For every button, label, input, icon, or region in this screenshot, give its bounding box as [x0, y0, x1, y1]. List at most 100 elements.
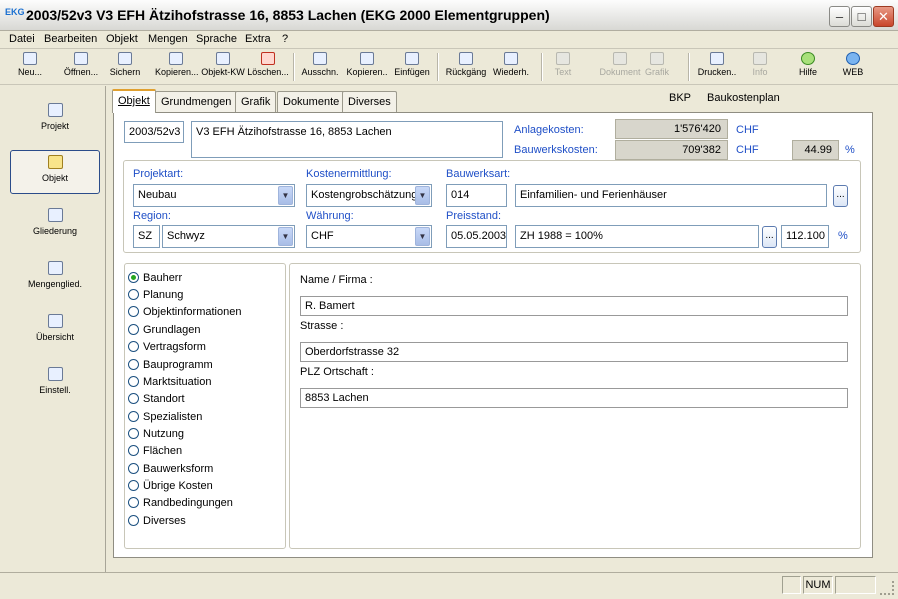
toolbar-separator — [437, 53, 439, 81]
text-button[interactable]: Text — [549, 51, 577, 83]
radio-icon — [128, 428, 139, 439]
radio-objektinformationen[interactable]: Objektinformationen — [128, 306, 241, 322]
radio-bauwerksform[interactable]: Bauwerksform — [128, 463, 213, 479]
bauwerkskosten-label: Bauwerkskosten: — [514, 144, 598, 156]
radio-vertragsform[interactable]: Vertragsform — [128, 341, 206, 357]
minimize-button[interactable]: ‒ — [829, 6, 850, 27]
preisstand-index-field[interactable]: ZH 1988 = 100% — [515, 225, 759, 248]
save-button[interactable]: Sichern — [108, 51, 142, 83]
bauwerk-percent-value: 44.99 — [792, 140, 839, 160]
sidebar-item-gliederung[interactable]: Gliederung — [10, 204, 100, 248]
bauwerksart-code-field[interactable]: 014 — [446, 184, 507, 207]
graphic-button[interactable]: Grafik — [642, 51, 672, 83]
delete-button[interactable]: Löschen... — [247, 51, 289, 83]
redo-button[interactable]: Wiederh. — [490, 51, 532, 83]
name-field[interactable]: R. Bamert — [300, 296, 848, 316]
cut-button[interactable]: Ausschn. — [300, 51, 340, 83]
settings-icon — [47, 367, 63, 381]
undo-button[interactable]: Rückgäng — [445, 51, 487, 83]
strasse-field[interactable]: Oberdorfstrasse 32 — [300, 342, 848, 362]
help-button[interactable]: Hilfe — [794, 51, 822, 83]
new-button[interactable]: Neu... — [14, 51, 46, 83]
menu-help[interactable]: ? — [282, 33, 288, 45]
radio-randbedingungen[interactable]: Randbedingungen — [128, 497, 233, 513]
open-button[interactable]: Öffnen... — [60, 51, 102, 83]
tab-objekt[interactable]: Objekt — [112, 89, 156, 113]
preisstand-date-field[interactable]: 05.05.2003 — [446, 225, 507, 248]
radio-flaechen[interactable]: Flächen — [128, 445, 182, 461]
save-icon — [118, 52, 132, 65]
close-button[interactable]: ✕ — [873, 6, 894, 27]
tab-diverses[interactable]: Diverses — [342, 91, 397, 112]
radio-marktsituation[interactable]: Marktsituation — [128, 376, 211, 392]
tab-grundmengen[interactable]: Grundmengen — [155, 91, 238, 112]
radio-bauherr[interactable]: Bauherr — [128, 272, 182, 288]
copy-button[interactable]: Kopieren.. — [346, 51, 388, 83]
radio-bauprogramm[interactable]: Bauprogramm — [128, 359, 213, 375]
region-select[interactable]: Schwyz ▼ — [162, 225, 295, 248]
sidebar-item-objekt[interactable]: Objekt — [10, 150, 100, 194]
info-button[interactable]: Info — [748, 51, 772, 83]
bauwerksart-browse-button[interactable]: ... — [833, 185, 848, 207]
radio-uebrige-kosten[interactable]: Übrige Kosten — [128, 480, 213, 496]
object-kw-button[interactable]: Objekt-KW — [201, 51, 245, 83]
radio-icon — [128, 306, 139, 317]
radio-icon — [128, 445, 139, 456]
menu-objekt[interactable]: Objekt — [106, 33, 138, 45]
radio-icon — [128, 289, 139, 300]
globe-icon — [846, 52, 860, 65]
sidebar-item-projekt[interactable]: Projekt — [10, 99, 100, 143]
projektart-select[interactable]: Neubau ▼ — [133, 184, 295, 207]
preisstand-percent-sign: % — [838, 230, 848, 242]
bauwerksart-text-field[interactable]: Einfamilien- und Ferienhäuser — [515, 184, 827, 207]
region-code-field[interactable]: SZ — [133, 225, 160, 248]
puzzle-icon — [216, 52, 230, 65]
preisstand-label: Preisstand: — [446, 210, 502, 222]
bauwerk-percent-sign: % — [845, 144, 855, 156]
kostenermittlung-select[interactable]: Kostengrobschätzung ▼ — [306, 184, 432, 207]
menu-sprache[interactable]: Sprache — [196, 33, 237, 45]
radio-spezialisten[interactable]: Spezialisten — [128, 411, 202, 427]
preisstand-browse-button[interactable]: ... — [762, 226, 777, 248]
menu-datei[interactable]: Datei — [9, 33, 35, 45]
plz-label: PLZ Ortschaft : — [300, 366, 374, 378]
resize-grip-icon[interactable] — [880, 581, 894, 595]
copy-object-button[interactable]: Kopieren... — [155, 51, 199, 83]
region-label: Region: — [133, 210, 171, 222]
menu-bearbeiten[interactable]: Bearbeiten — [44, 33, 97, 45]
grid-icon — [47, 261, 63, 275]
new-document-icon — [23, 52, 37, 65]
radio-standort[interactable]: Standort — [128, 393, 185, 409]
menu-mengen[interactable]: Mengen — [148, 33, 188, 45]
sidebar-item-einstell[interactable]: Einstell. — [10, 363, 100, 407]
radio-nutzung[interactable]: Nutzung — [128, 428, 184, 444]
redo-icon — [504, 52, 518, 65]
anlagekosten-label: Anlagekosten: — [514, 124, 584, 136]
copy-icon — [360, 52, 374, 65]
radio-grundlagen[interactable]: Grundlagen — [128, 324, 201, 340]
window-title: 2003/52v3 V3 EFH Ätzihofstrasse 16, 8853… — [26, 7, 550, 23]
print-button[interactable]: Drucken.. — [696, 51, 738, 83]
tab-dokumente[interactable]: Dokumente — [277, 91, 346, 112]
object-number-field[interactable]: 2003/52v3 — [124, 121, 184, 143]
text-icon — [556, 52, 570, 65]
radio-planung[interactable]: Planung — [128, 289, 183, 305]
sidebar-item-uebersicht[interactable]: Übersicht — [10, 310, 100, 354]
projektart-label: Projektart: — [133, 168, 184, 180]
toolbar-separator — [688, 53, 690, 81]
tab-grafik[interactable]: Grafik — [235, 91, 277, 112]
waehrung-select[interactable]: CHF ▼ — [306, 225, 432, 248]
preisstand-value-field[interactable]: 112.100 — [781, 225, 829, 248]
web-button[interactable]: WEB — [840, 51, 866, 83]
maximize-button[interactable]: □ — [851, 6, 872, 27]
object-name-field[interactable]: V3 EFH Ätzihofstrasse 16, 8853 Lachen — [191, 121, 503, 158]
menu-extra[interactable]: Extra — [245, 33, 271, 45]
scissors-icon — [313, 52, 327, 65]
bauwerkskosten-currency: CHF — [736, 144, 759, 156]
sidebar-item-mengenglied[interactable]: Mengenglied. — [10, 257, 100, 301]
radio-diverses[interactable]: Diverses — [128, 515, 186, 531]
paste-button[interactable]: Einfügen — [392, 51, 432, 83]
anlagekosten-value: 1'576'420 — [615, 119, 728, 139]
plz-field[interactable]: 8853 Lachen — [300, 388, 848, 408]
document-button[interactable]: Dokument — [598, 51, 642, 83]
